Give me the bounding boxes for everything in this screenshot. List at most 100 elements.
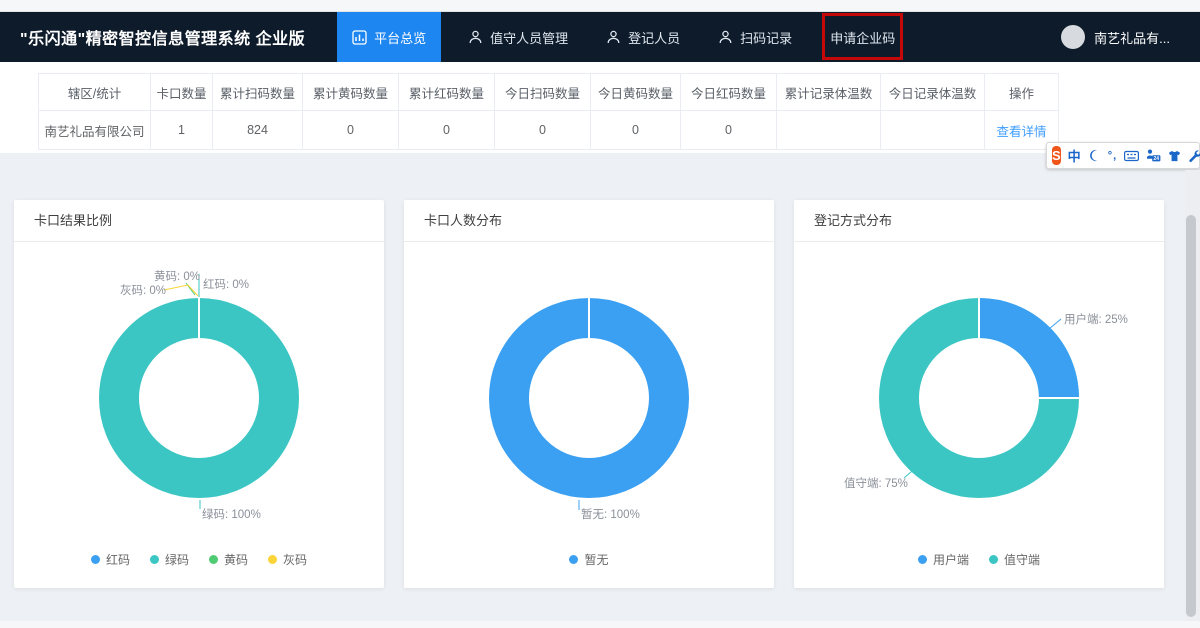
callout-label-green-code: 绿码: 100%	[202, 507, 261, 521]
app-title: "乐闪通"精密智控信息管理系统 企业版	[20, 12, 305, 62]
nav-item-platform-overview[interactable]: 平台总览	[337, 12, 441, 62]
chinese-mode-icon[interactable]: 中	[1068, 146, 1081, 165]
nav-menu: 平台总览 值守人员管理 登记人员 扫码记录 申请企业码	[337, 12, 914, 62]
svg-text:24: 24	[1154, 156, 1160, 162]
legend-label: 暂无	[584, 551, 608, 568]
col-header: 今日红码数量	[681, 74, 777, 111]
col-header: 今日黄码数量	[591, 74, 681, 111]
soft-keyboard-icon[interactable]	[1124, 149, 1139, 162]
user-menu[interactable]: 南艺礼品有...	[1061, 12, 1170, 62]
col-header: 卡口数量	[151, 74, 213, 111]
legend-label: 黄码	[224, 551, 248, 568]
person-icon	[468, 30, 483, 45]
donut-chart-people-distribution[interactable]: 暂无: 100%	[416, 244, 762, 526]
legend-item-guard-side[interactable]: 值守端	[989, 551, 1040, 568]
stats-table: 辖区/统计 卡口数量 累计扫码数量 累计黄码数量 累计红码数量 今日扫码数量 今…	[38, 73, 1059, 150]
callout-label-gray-code: 灰码: 0%	[120, 283, 166, 297]
legend: 红码 绿码 黄码 灰码	[14, 551, 384, 568]
cell-today-temp	[881, 111, 985, 150]
legend-dot	[150, 555, 159, 564]
donut-chart-result-ratio[interactable]: 黄码: 0% 红码: 0% 灰码: 0% 绿码: 100%	[26, 244, 372, 526]
callout-line-user-side	[1049, 319, 1061, 329]
legend-label: 用户端	[933, 551, 969, 568]
card-title: 卡口人数分布	[404, 200, 774, 242]
card-checkpoint-result-ratio: 卡口结果比例 黄码: 0% 红码: 0% 灰码: 0% 绿码: 100% 红码 …	[14, 200, 384, 588]
nav-item-registered-persons[interactable]: 登记人员	[592, 12, 694, 62]
donut-ring-none[interactable]	[509, 318, 669, 478]
col-header: 操作	[985, 74, 1059, 111]
table-header-row: 辖区/统计 卡口数量 累计扫码数量 累计黄码数量 累计红码数量 今日扫码数量 今…	[39, 74, 1059, 111]
col-header: 今日扫码数量	[495, 74, 591, 111]
legend-item-green-code[interactable]: 绿码	[150, 551, 189, 568]
nav-item-guard-management[interactable]: 值守人员管理	[454, 12, 582, 62]
bar-chart-icon	[352, 30, 367, 45]
card-title: 卡口结果比例	[14, 200, 384, 242]
legend-item-yellow-code[interactable]: 黄码	[209, 551, 248, 568]
page-top-strip	[0, 0, 1200, 12]
punctuation-icon[interactable]: °,	[1108, 150, 1117, 162]
legend-item-none[interactable]: 暂无	[569, 551, 608, 568]
cell-total-red: 0	[399, 111, 495, 150]
legend-dot	[569, 555, 578, 564]
nav-item-scan-records[interactable]: 扫码记录	[704, 12, 806, 62]
smart-input-icon[interactable]: 24	[1146, 149, 1161, 162]
view-details-link[interactable]: 查看详情	[996, 125, 1046, 139]
sogou-logo-icon[interactable]: S	[1052, 146, 1061, 165]
person-icon	[606, 30, 621, 45]
callout-label-user-side: 用户端: 25%	[1064, 312, 1128, 326]
chart-cards-row: 卡口结果比例 黄码: 0% 红码: 0% 灰码: 0% 绿码: 100% 红码 …	[14, 200, 1186, 588]
table-row: 南艺礼品有限公司 1 824 0 0 0 0 0 查看详情	[39, 111, 1059, 150]
cell-today-yellow: 0	[591, 111, 681, 150]
cell-total-scans: 824	[213, 111, 303, 150]
legend-dot	[268, 555, 277, 564]
person-icon	[718, 30, 733, 45]
donut-ring-green-code[interactable]	[119, 318, 279, 478]
nav-item-label: 申请企业码	[830, 28, 895, 47]
legend: 用户端 值守端	[794, 551, 1164, 568]
avatar	[1061, 25, 1085, 49]
legend-label: 值守端	[1004, 551, 1040, 568]
toolbox-wrench-icon[interactable]	[1188, 149, 1200, 163]
legend-dot	[918, 555, 927, 564]
col-header: 累计记录体温数	[777, 74, 881, 111]
nav-item-label: 登记人员	[628, 28, 680, 47]
card-registration-method-distribution: 登记方式分布 用户端: 25% 值守端: 75% 用户端 值守端	[794, 200, 1164, 588]
col-header: 今日记录体温数	[881, 74, 985, 111]
col-header: 累计黄码数量	[303, 74, 399, 111]
col-header: 累计扫码数量	[213, 74, 303, 111]
col-header: 累计红码数量	[399, 74, 495, 111]
card-title: 登记方式分布	[794, 200, 1164, 242]
legend-item-user-side[interactable]: 用户端	[918, 551, 969, 568]
callout-label-red-code: 红码: 0%	[203, 278, 249, 291]
cell-total-yellow: 0	[303, 111, 399, 150]
nav-item-label: 值守人员管理	[490, 28, 568, 47]
legend: 暂无	[404, 551, 774, 568]
legend-label: 绿码	[165, 551, 189, 568]
cell-district: 南艺礼品有限公司	[39, 111, 151, 150]
legend-item-red-code[interactable]: 红码	[91, 551, 130, 568]
scrollbar-thumb[interactable]	[1186, 215, 1196, 617]
navbar: "乐闪通"精密智控信息管理系统 企业版 平台总览 值守人员管理 登记人员 扫码记…	[0, 12, 1200, 62]
legend-label: 灰码	[283, 551, 307, 568]
ime-toolbar: S 中 °, 24	[1046, 142, 1200, 169]
nav-item-label: 扫码记录	[740, 28, 792, 47]
page-bottom-strip	[0, 621, 1200, 628]
legend-label: 红码	[106, 551, 130, 568]
donut-chart-registration-method[interactable]: 用户端: 25% 值守端: 75%	[806, 244, 1152, 526]
fullwidth-moon-icon[interactable]	[1088, 149, 1101, 162]
skin-shirt-icon[interactable]	[1168, 150, 1181, 162]
legend-item-gray-code[interactable]: 灰码	[268, 551, 307, 568]
nav-item-label: 平台总览	[374, 28, 426, 47]
cell-total-temp	[777, 111, 881, 150]
stats-band: 辖区/统计 卡口数量 累计扫码数量 累计黄码数量 累计红码数量 今日扫码数量 今…	[0, 62, 1200, 153]
col-header: 辖区/统计	[39, 74, 151, 111]
legend-dot	[91, 555, 100, 564]
callout-label-none: 暂无: 100%	[581, 508, 640, 521]
card-checkpoint-people-distribution: 卡口人数分布 暂无: 100% 暂无	[404, 200, 774, 588]
callout-line-gray	[164, 285, 198, 296]
legend-dot	[209, 555, 218, 564]
cell-checkpoint-count: 1	[151, 111, 213, 150]
callout-label-yellow-code: 黄码: 0%	[154, 269, 200, 283]
nav-item-apply-enterprise-code[interactable]: 申请企业码	[816, 12, 909, 62]
user-name: 南艺礼品有...	[1094, 28, 1170, 47]
